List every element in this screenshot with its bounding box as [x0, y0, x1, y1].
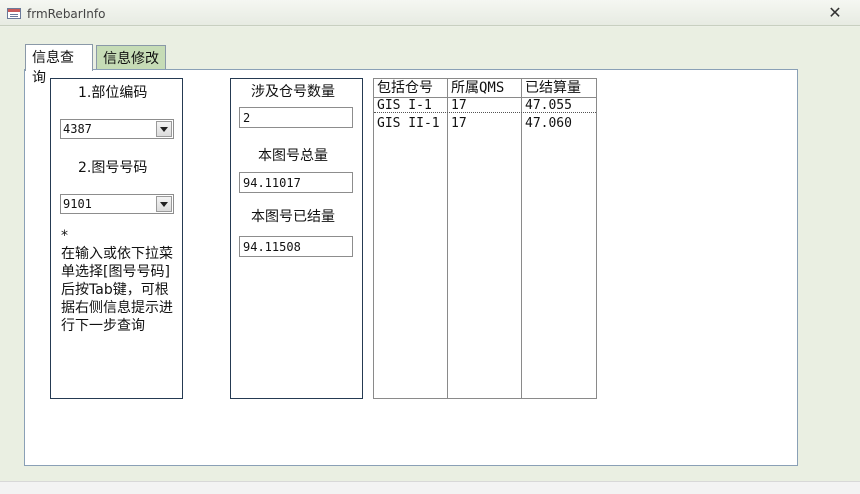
part-code-label: 1.部位编码 — [78, 85, 148, 101]
title-bar: frmRebarInfo ✕ — [0, 0, 860, 26]
drawing-settled-field[interactable]: 94.11508 — [239, 236, 353, 257]
drawing-number-label: 2.图号号码 — [78, 160, 148, 176]
grid-header-qms[interactable]: 所属QMS — [448, 79, 521, 97]
help-note: * 在输入或依下拉菜单选择[图号号码]后按Tab键，可根据右侧信息提示进行下一步… — [61, 228, 173, 334]
warehouse-count-field[interactable]: 2 — [239, 107, 353, 128]
drawing-settled-label: 本图号已结量 — [251, 209, 335, 225]
part-code-combo[interactable]: 4387 — [60, 119, 174, 139]
part-code-value: 4387 — [63, 122, 92, 136]
tab-query[interactable]: 信息查询 — [25, 44, 93, 86]
drawing-total-field[interactable]: 94.11017 — [239, 172, 353, 193]
drawing-number-value: 9101 — [63, 197, 92, 211]
grid-cell-warehouse[interactable]: GIS II-1 — [374, 116, 447, 132]
drawing-total-label: 本图号总量 — [258, 148, 328, 164]
window-title: frmRebarInfo — [27, 7, 106, 21]
tab-edit[interactable]: 信息修改 — [96, 45, 166, 69]
warehouse-grid[interactable]: 包括仓号 所属QMS 已结算量 GIS I-1 17 47.055 GIS II… — [373, 78, 597, 399]
chevron-down-icon[interactable] — [156, 196, 172, 212]
grid-cell-warehouse[interactable]: GIS I-1 — [374, 98, 447, 114]
close-icon[interactable]: ✕ — [828, 4, 842, 22]
grid-cell-qms[interactable]: 17 — [448, 116, 521, 132]
chevron-down-icon[interactable] — [156, 121, 172, 137]
status-strip — [0, 481, 860, 494]
form-icon — [7, 8, 21, 19]
drawing-number-combo[interactable]: 9101 — [60, 194, 174, 214]
grid-header-settled[interactable]: 已结算量 — [522, 79, 597, 97]
grid-cell-qms[interactable]: 17 — [448, 98, 521, 114]
grid-cell-settled[interactable]: 47.060 — [522, 116, 597, 132]
grid-header-warehouse[interactable]: 包括仓号 — [374, 79, 447, 97]
warehouse-count-label: 涉及仓号数量 — [251, 84, 335, 100]
grid-cell-settled[interactable]: 47.055 — [522, 98, 597, 114]
